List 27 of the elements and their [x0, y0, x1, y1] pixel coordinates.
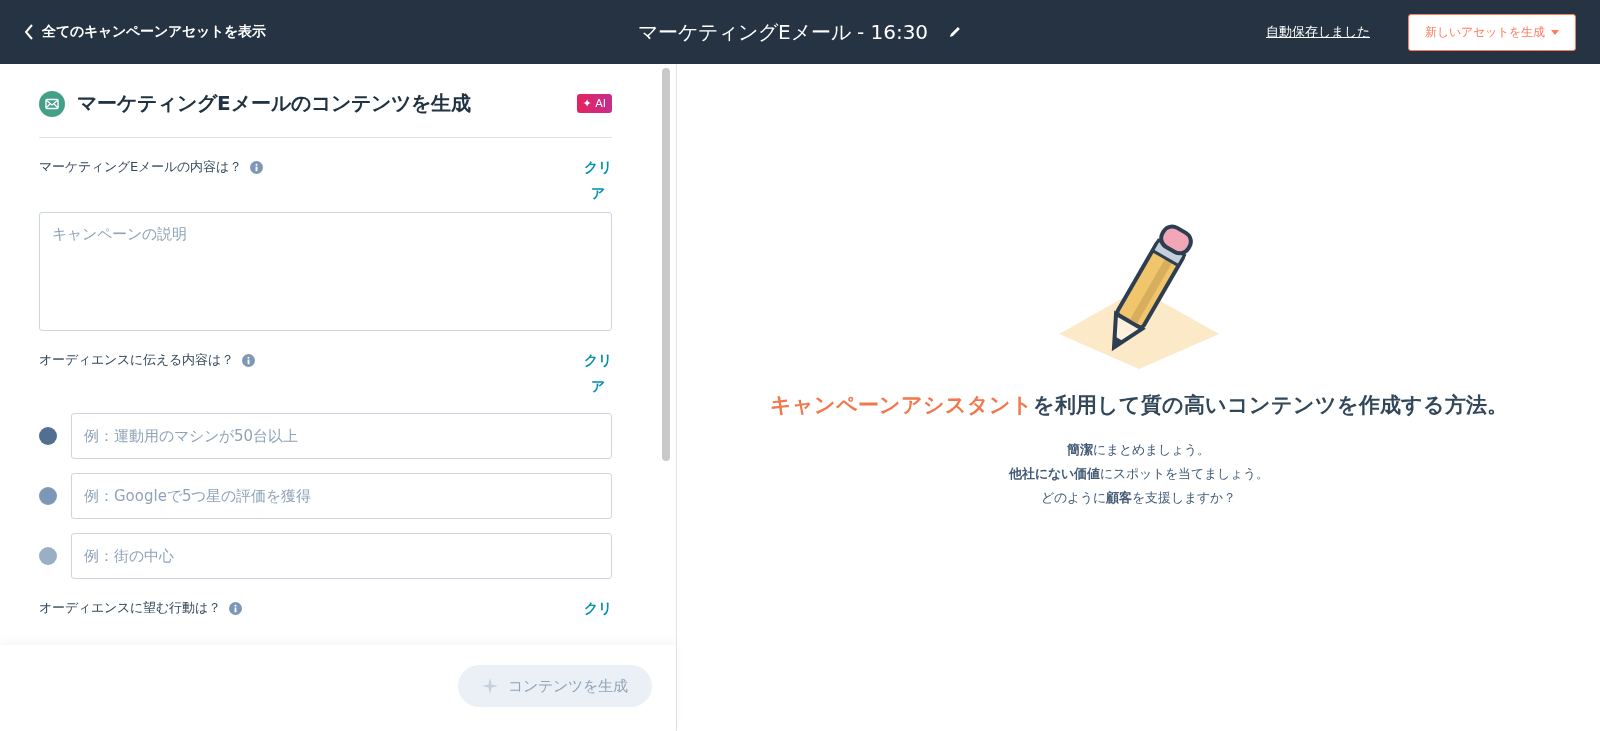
field-label: オーディエンスに伝える内容は？ [39, 351, 234, 369]
message-field[interactable]: 例：運動用のマシンが50台以上 [71, 413, 612, 459]
tip-text: 簡潔にまとめましょう。 [1067, 441, 1210, 459]
caret-icon [1551, 29, 1559, 35]
chevron-left-icon [24, 24, 34, 40]
message-field[interactable]: 例：街の中心 [71, 533, 612, 579]
assistant-heading: キャンペーンアシスタント を利用して質の高いコンテンツを作成する方法。 [769, 392, 1508, 419]
field-label: マーケティングEメールの内容は？ [39, 158, 243, 176]
asset-title: マーケティングEメール - 16:30 [637, 18, 929, 46]
panel-title: マーケティングEメールのコンテンツを生成 [77, 90, 472, 117]
scrollbar[interactable] [662, 68, 670, 461]
info-icon[interactable] [242, 353, 255, 367]
field-label: オーディエンスに望む行動は？ [39, 599, 221, 617]
info-icon[interactable] [250, 160, 264, 174]
autosave-status[interactable]: 自動保存しました [1266, 23, 1370, 41]
tip-text: 他社にない価値にスポットを当てましょう。 [1008, 465, 1269, 483]
info-icon[interactable] [229, 601, 242, 615]
new-asset-button[interactable]: 新しいアセットを生成 [1408, 13, 1576, 51]
description-field[interactable]: キャンペーンの説明 [39, 212, 612, 331]
clear-link[interactable]: クリア [584, 347, 612, 399]
tip-text: どのように顧客を支援しますか？ [1041, 489, 1236, 507]
envelope-icon [39, 90, 65, 117]
clear-link[interactable]: クリア [584, 154, 612, 206]
sparkle-icon [482, 678, 498, 694]
ai-badge: ✦ AI [576, 94, 612, 113]
message-field[interactable]: 例：Googleで5つ星の評価を獲得 [71, 473, 612, 519]
clear-link[interactable]: クリ [584, 595, 612, 621]
